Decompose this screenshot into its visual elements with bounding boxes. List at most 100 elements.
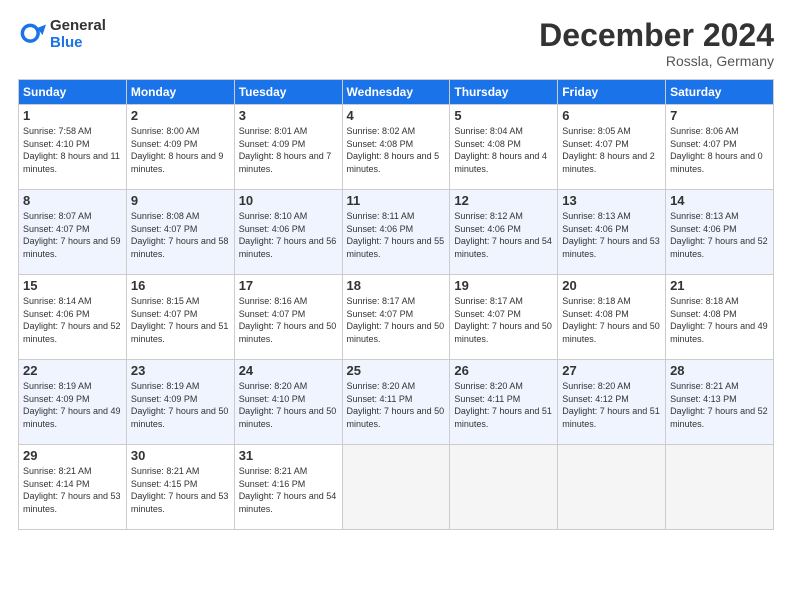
calendar-week-row: 15 Sunrise: 8:14 AMSunset: 4:06 PMDayligh…	[19, 275, 774, 360]
calendar-cell: 18 Sunrise: 8:17 AMSunset: 4:07 PMDayligh…	[342, 275, 450, 360]
day-info: Sunrise: 8:21 AMSunset: 4:13 PMDaylight:…	[670, 380, 769, 430]
calendar-cell: 19 Sunrise: 8:17 AMSunset: 4:07 PMDayligh…	[450, 275, 558, 360]
calendar-cell: 1 Sunrise: 7:58 AMSunset: 4:10 PMDaylight…	[19, 105, 127, 190]
day-info: Sunrise: 8:12 AMSunset: 4:06 PMDaylight:…	[454, 210, 553, 260]
calendar-cell	[342, 445, 450, 530]
col-friday: Friday	[558, 80, 666, 105]
day-info: Sunrise: 8:21 AMSunset: 4:14 PMDaylight:…	[23, 465, 122, 515]
day-info: Sunrise: 8:05 AMSunset: 4:07 PMDaylight:…	[562, 125, 661, 175]
day-info: Sunrise: 8:20 AMSunset: 4:12 PMDaylight:…	[562, 380, 661, 430]
calendar-week-row: 8Sunrise: 8:07 AMSunset: 4:07 PMDaylight…	[19, 190, 774, 275]
day-info: Sunrise: 8:20 AMSunset: 4:11 PMDaylight:…	[454, 380, 553, 430]
day-info: Sunrise: 8:13 AMSunset: 4:06 PMDaylight:…	[670, 210, 769, 260]
day-number: 3	[239, 108, 338, 123]
day-info: Sunrise: 8:18 AMSunset: 4:08 PMDaylight:…	[670, 295, 769, 345]
day-number: 16	[131, 278, 230, 293]
day-number: 12	[454, 193, 553, 208]
calendar-cell: 20 Sunrise: 8:18 AMSunset: 4:08 PMDayligh…	[558, 275, 666, 360]
day-number: 28	[670, 363, 769, 378]
calendar-cell: 30Sunrise: 8:21 AMSunset: 4:15 PMDayligh…	[126, 445, 234, 530]
calendar-cell: 15 Sunrise: 8:14 AMSunset: 4:06 PMDayligh…	[19, 275, 127, 360]
day-number: 4	[347, 108, 446, 123]
calendar-cell: 11Sunrise: 8:11 AMSunset: 4:06 PMDayligh…	[342, 190, 450, 275]
day-number: 25	[347, 363, 446, 378]
calendar-table: Sunday Monday Tuesday Wednesday Thursday…	[18, 79, 774, 530]
calendar-cell: 7 Sunrise: 8:06 AMSunset: 4:07 PMDaylight…	[666, 105, 774, 190]
col-tuesday: Tuesday	[234, 80, 342, 105]
day-info: Sunrise: 8:17 AMSunset: 4:07 PMDaylight:…	[454, 295, 553, 345]
calendar-cell	[450, 445, 558, 530]
day-info: Sunrise: 8:06 AMSunset: 4:07 PMDaylight:…	[670, 125, 769, 175]
calendar-cell: 31Sunrise: 8:21 AMSunset: 4:16 PMDayligh…	[234, 445, 342, 530]
calendar-cell: 22Sunrise: 8:19 AMSunset: 4:09 PMDayligh…	[19, 360, 127, 445]
calendar-cell: 5Sunrise: 8:04 AMSunset: 4:08 PMDaylight…	[450, 105, 558, 190]
calendar-cell: 10Sunrise: 8:10 AMSunset: 4:06 PMDayligh…	[234, 190, 342, 275]
day-number: 2	[131, 108, 230, 123]
day-number: 24	[239, 363, 338, 378]
col-saturday: Saturday	[666, 80, 774, 105]
header: General Blue December 2024 Rossla, Germa…	[18, 18, 774, 69]
calendar-cell: 23 Sunrise: 8:19 AMSunset: 4:09 PMDayligh…	[126, 360, 234, 445]
calendar-cell: 14Sunrise: 8:13 AMSunset: 4:06 PMDayligh…	[666, 190, 774, 275]
calendar-cell: 12 Sunrise: 8:12 AMSunset: 4:06 PMDayligh…	[450, 190, 558, 275]
day-number: 6	[562, 108, 661, 123]
logo: General Blue	[18, 18, 106, 51]
day-number: 17	[239, 278, 338, 293]
day-number: 19	[454, 278, 553, 293]
day-number: 15	[23, 278, 122, 293]
calendar-cell: 24Sunrise: 8:20 AMSunset: 4:10 PMDayligh…	[234, 360, 342, 445]
day-info: Sunrise: 8:10 AMSunset: 4:06 PMDaylight:…	[239, 210, 338, 260]
day-number: 20	[562, 278, 661, 293]
calendar-week-row: 1 Sunrise: 7:58 AMSunset: 4:10 PMDaylight…	[19, 105, 774, 190]
day-number: 29	[23, 448, 122, 463]
day-number: 7	[670, 108, 769, 123]
day-number: 21	[670, 278, 769, 293]
day-info: Sunrise: 8:16 AMSunset: 4:07 PMDaylight:…	[239, 295, 338, 345]
col-sunday: Sunday	[19, 80, 127, 105]
col-wednesday: Wednesday	[342, 80, 450, 105]
calendar-week-row: 22 Sunrise: 8:19 AMSunset: 4:09 PMDayligh…	[19, 360, 774, 445]
header-row: Sunday Monday Tuesday Wednesday Thursday…	[19, 80, 774, 105]
day-info: Sunrise: 8:14 AMSunset: 4:06 PMDaylight:…	[23, 295, 122, 345]
day-number: 22	[23, 363, 122, 378]
title-block: December 2024 Rossla, Germany	[539, 18, 774, 69]
logo-blue: Blue	[50, 35, 106, 52]
logo-icon	[18, 21, 46, 49]
calendar-cell: 16 Sunrise: 8:15 AMSunset: 4:07 PMDayligh…	[126, 275, 234, 360]
day-info: Sunrise: 8:15 AMSunset: 4:07 PMDaylight:…	[131, 295, 230, 345]
day-number: 9	[131, 193, 230, 208]
day-info: Sunrise: 8:19 AMSunset: 4:09 PMDaylight:…	[131, 380, 230, 430]
calendar-cell: 6 Sunrise: 8:05 AMSunset: 4:07 PMDaylight…	[558, 105, 666, 190]
day-info: Sunrise: 8:17 AMSunset: 4:07 PMDaylight:…	[347, 295, 446, 345]
logo-text: General Blue	[50, 18, 106, 51]
day-number: 23	[131, 363, 230, 378]
day-number: 18	[347, 278, 446, 293]
day-info: Sunrise: 7:58 AMSunset: 4:10 PMDaylight:…	[23, 125, 122, 175]
calendar-cell: 2 Sunrise: 8:00 AMSunset: 4:09 PMDaylight…	[126, 105, 234, 190]
calendar-cell: 21 Sunrise: 8:18 AMSunset: 4:08 PMDayligh…	[666, 275, 774, 360]
col-thursday: Thursday	[450, 80, 558, 105]
calendar-cell	[666, 445, 774, 530]
page: General Blue December 2024 Rossla, Germa…	[0, 0, 792, 540]
col-monday: Monday	[126, 80, 234, 105]
day-number: 27	[562, 363, 661, 378]
calendar-cell: 4Sunrise: 8:02 AMSunset: 4:08 PMDaylight…	[342, 105, 450, 190]
calendar-cell: 25Sunrise: 8:20 AMSunset: 4:11 PMDayligh…	[342, 360, 450, 445]
calendar-cell: 29 Sunrise: 8:21 AMSunset: 4:14 PMDayligh…	[19, 445, 127, 530]
day-number: 8	[23, 193, 122, 208]
day-info: Sunrise: 8:00 AMSunset: 4:09 PMDaylight:…	[131, 125, 230, 175]
calendar-cell: 3Sunrise: 8:01 AMSunset: 4:09 PMDaylight…	[234, 105, 342, 190]
day-number: 26	[454, 363, 553, 378]
calendar-cell	[558, 445, 666, 530]
calendar-week-row: 29 Sunrise: 8:21 AMSunset: 4:14 PMDayligh…	[19, 445, 774, 530]
day-number: 1	[23, 108, 122, 123]
location: Rossla, Germany	[539, 53, 774, 69]
calendar-cell: 17 Sunrise: 8:16 AMSunset: 4:07 PMDayligh…	[234, 275, 342, 360]
calendar-cell: 26 Sunrise: 8:20 AMSunset: 4:11 PMDayligh…	[450, 360, 558, 445]
day-info: Sunrise: 8:18 AMSunset: 4:08 PMDaylight:…	[562, 295, 661, 345]
day-info: Sunrise: 8:21 AMSunset: 4:16 PMDaylight:…	[239, 465, 338, 515]
day-info: Sunrise: 8:04 AMSunset: 4:08 PMDaylight:…	[454, 125, 553, 175]
calendar-cell: 27 Sunrise: 8:20 AMSunset: 4:12 PMDayligh…	[558, 360, 666, 445]
logo-general: General	[50, 18, 106, 35]
calendar-cell: 28 Sunrise: 8:21 AMSunset: 4:13 PMDayligh…	[666, 360, 774, 445]
